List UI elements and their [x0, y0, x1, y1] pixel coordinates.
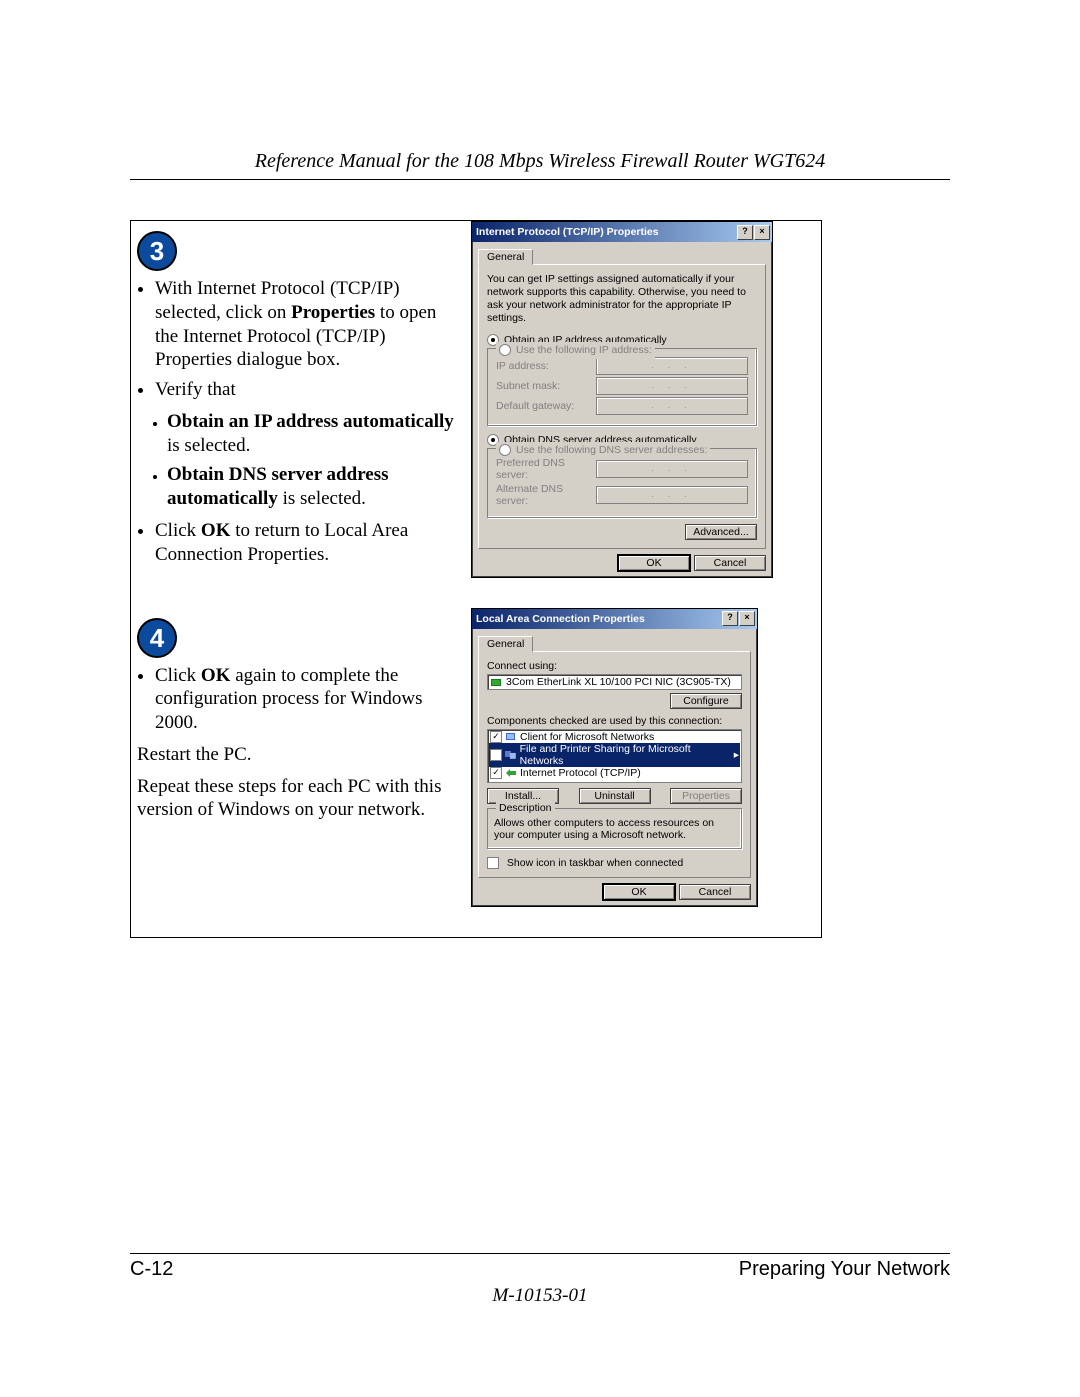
advanced-button[interactable]: Advanced...	[685, 524, 757, 540]
step3-sub-2: Obtain DNS server address automatically …	[167, 463, 461, 511]
page-footer: C-12 Preparing Your Network M-10153-01	[130, 1213, 950, 1307]
connect-using-label: Connect using:	[487, 660, 742, 672]
bold-text: OK	[201, 665, 231, 686]
adapter-field: 3Com EtherLink XL 10/100 PCI NIC (3C905-…	[487, 674, 742, 690]
text: is selected.	[167, 435, 250, 456]
pref-dns-label: Preferred DNS server:	[496, 457, 596, 481]
cancel-button[interactable]: Cancel	[679, 884, 751, 900]
checkbox-icon[interactable]	[490, 749, 502, 761]
help-icon[interactable]: ?	[737, 225, 753, 240]
uninstall-button[interactable]: Uninstall	[579, 788, 651, 804]
radio-use-following-ip[interactable]	[499, 344, 511, 356]
step3-sub-1: Obtain an IP address automatically is se…	[167, 410, 461, 458]
text: Click	[155, 520, 201, 541]
step3-bullet-1: With Internet Protocol (TCP/IP) selected…	[155, 277, 461, 372]
footer-section-title: Preparing Your Network	[739, 1258, 950, 1281]
radio-label: Use the following DNS server addresses:	[516, 444, 707, 456]
show-icon-checkbox[interactable]	[487, 857, 499, 869]
gateway-field[interactable]: . . .	[596, 397, 748, 415]
tab-general[interactable]: General	[478, 249, 533, 265]
page-number: C-12	[130, 1258, 173, 1281]
ip-address-field[interactable]: . . .	[596, 357, 748, 375]
header-rule	[130, 179, 950, 180]
subnet-field[interactable]: . . .	[596, 377, 748, 395]
description-legend: Description	[496, 802, 555, 815]
components-label: Components checked are used by this conn…	[487, 715, 742, 727]
cancel-button[interactable]: Cancel	[694, 555, 766, 571]
close-icon[interactable]: ×	[754, 225, 770, 240]
text: Click	[155, 665, 201, 686]
list-item-label: Client for Microsoft Networks	[520, 731, 654, 743]
step4-bullet: Click OK again to complete the configura…	[155, 664, 461, 735]
list-item-label: File and Printer Sharing for Microsoft N…	[520, 743, 734, 767]
footer-doc-id: M-10153-01	[130, 1285, 950, 1307]
checkbox-icon[interactable]	[490, 731, 502, 743]
sharing-icon	[505, 750, 517, 760]
ok-button[interactable]: OK	[603, 884, 675, 900]
client-icon	[505, 732, 517, 742]
list-item-tcpip[interactable]: Internet Protocol (TCP/IP)	[489, 767, 740, 779]
description-text: Allows other computers to access resourc…	[494, 817, 714, 842]
adapter-name: 3Com EtherLink XL 10/100 PCI NIC (3C905-…	[506, 676, 731, 688]
ok-button[interactable]: OK	[618, 555, 690, 571]
checkbox-icon[interactable]	[490, 767, 502, 779]
step4-restart: Restart the PC.	[137, 743, 461, 767]
nic-icon	[491, 677, 503, 687]
properties-button[interactable]: Properties	[670, 788, 742, 804]
step3-bullet-2: Verify that	[155, 378, 461, 402]
dialog-description: You can get IP settings assigned automat…	[487, 273, 757, 326]
show-icon-label: Show icon in taskbar when connected	[507, 857, 683, 869]
step3-bullet-3: Click OK to return to Local Area Connect…	[155, 519, 461, 567]
cursor-icon: ▸	[734, 749, 739, 761]
alt-dns-label: Alternate DNS server:	[496, 483, 596, 507]
dialog-title: Local Area Connection Properties	[476, 613, 721, 625]
tab-general[interactable]: General	[478, 636, 533, 652]
ip-address-label: IP address:	[496, 360, 596, 372]
bold-text: Properties	[291, 302, 375, 323]
lac-properties-dialog: Local Area Connection Properties ? × Gen…	[471, 608, 758, 907]
close-icon[interactable]: ×	[739, 611, 755, 626]
bold-text: OK	[201, 520, 231, 541]
step-3-badge: 3	[137, 231, 177, 271]
step4-repeat: Repeat these steps for each PC with this…	[137, 775, 461, 823]
list-item-label: Internet Protocol (TCP/IP)	[520, 767, 641, 779]
bold-text: Obtain an IP address automatically	[167, 411, 454, 432]
subnet-label: Subnet mask:	[496, 380, 596, 392]
help-icon[interactable]: ?	[722, 611, 738, 626]
description-group: Description Allows other computers to ac…	[487, 808, 742, 849]
radio-use-following-dns[interactable]	[499, 444, 511, 456]
instruction-figure: 3 With Internet Protocol (TCP/IP) select…	[130, 220, 822, 938]
list-item-file-printer-sharing[interactable]: File and Printer Sharing for Microsoft N…	[489, 743, 740, 767]
configure-button[interactable]: Configure	[670, 693, 742, 709]
tcpip-properties-dialog: Internet Protocol (TCP/IP) Properties ? …	[471, 221, 773, 578]
step-4-badge: 4	[137, 618, 177, 658]
protocol-icon	[505, 768, 517, 778]
pref-dns-field[interactable]: . . .	[596, 460, 748, 478]
manual-header-title: Reference Manual for the 108 Mbps Wirele…	[130, 150, 950, 173]
alt-dns-field[interactable]: . . .	[596, 486, 748, 504]
gateway-label: Default gateway:	[496, 400, 596, 412]
text: is selected.	[278, 488, 366, 509]
dialog-title: Internet Protocol (TCP/IP) Properties	[476, 226, 736, 238]
components-listbox[interactable]: Client for Microsoft Networks File and P…	[487, 729, 742, 783]
list-item-client[interactable]: Client for Microsoft Networks	[489, 731, 740, 743]
radio-label: Use the following IP address:	[516, 344, 652, 356]
